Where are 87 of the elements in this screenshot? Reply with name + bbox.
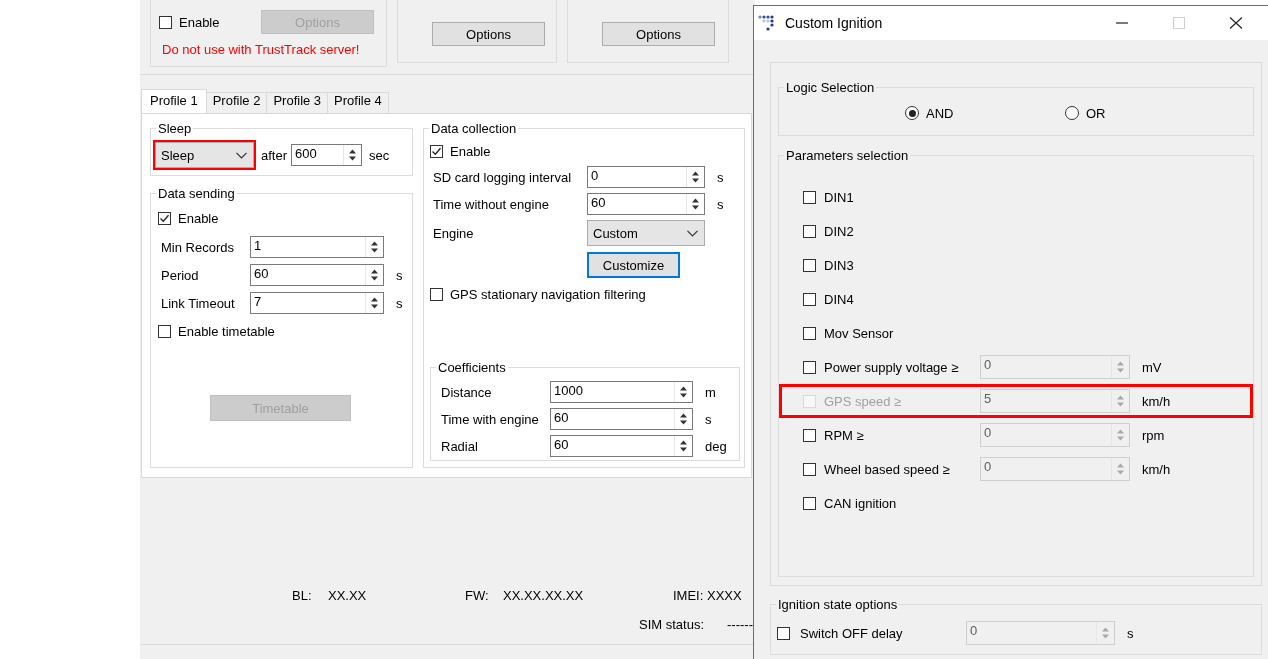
dropdown[interactable]: Custom [587,220,705,246]
status-value: ------ [727,618,754,632]
status-label: BL: [292,589,313,603]
spinner-arrows-icon[interactable] [679,412,688,426]
unit-label: km/h [1141,393,1172,409]
field-label: Link Timeout [160,295,236,311]
unit-label: s [704,411,713,427]
enable-checkbox[interactable]: Enable [430,141,491,161]
unit-label: m [704,384,717,400]
group-title: Data collection [430,121,518,136]
field-label: Time without engine [432,196,550,212]
group-title: Data sending [157,186,236,201]
check-mark-icon [159,212,170,224]
field-label: Min Records [160,239,235,255]
unit-label: s [1126,625,1135,641]
chevron-down-icon [236,151,247,159]
unit-label: sec [369,147,390,163]
timetable-checkbox[interactable]: Enable timetable [158,321,275,341]
enable-checkbox[interactable]: Enable [159,12,220,32]
warning-text: Do not use with TrustTrack server! [162,43,361,57]
field-label: SD card logging interval [432,169,573,185]
unit-label: s [716,196,724,212]
filter-checkbox[interactable]: GPS stationary navigation filtering [430,284,646,304]
field-label: Time with engine [440,411,540,427]
parameter-checkbox[interactable]: DIN4 [803,289,854,309]
tab[interactable]: Profile 4 [327,92,389,113]
spin-field[interactable]: 7 [250,292,384,314]
status-value: XX.XX [328,589,368,603]
tab[interactable]: Profile 1 [141,89,207,113]
status-value: XX.XX.XX.XX [503,589,585,603]
field-label: after [261,147,287,163]
radio-button[interactable]: AND [905,103,954,123]
spin-field[interactable]: 0 [587,166,705,188]
options-button[interactable]: Options [602,22,715,46]
spinner-arrows-icon[interactable] [370,296,379,310]
parameter-checkbox[interactable]: RPM ≥ [803,425,864,445]
radio-button[interactable]: OR [1065,103,1106,123]
parameter-checkbox[interactable]: Power supply voltage ≥ [803,357,959,377]
group-title: Logic Selection [785,80,876,95]
unit-label: s [395,295,403,311]
spin-field[interactable]: 60 [250,264,384,286]
field-label: Engine [432,225,475,241]
enable-checkbox[interactable]: Enable [158,208,219,228]
status-value: XXXX [707,589,743,603]
group-title: Coefficients [437,360,507,375]
spinner-arrows-icon[interactable] [679,385,688,399]
field-label: Distance [440,384,493,400]
group-title: Sleep [157,121,193,136]
parameter-checkbox[interactable]: DIN1 [803,187,854,207]
parameter-checkbox[interactable]: DIN2 [803,221,854,241]
status-label: SIM status: [639,618,706,632]
delay-checkbox[interactable]: Switch OFF delay [777,623,903,643]
check-mark-icon [431,145,442,157]
chevron-down-icon [687,229,698,237]
customize-button[interactable]: Customize [587,252,680,278]
field-label: Period [160,267,200,283]
field-label: Radial [440,438,479,454]
spinner-arrows-icon[interactable] [370,240,379,254]
status-label: FW: [465,589,490,603]
unit-label: s [395,267,403,283]
parameter-checkbox[interactable]: DIN3 [803,255,854,275]
parameter-checkbox[interactable]: Wheel based speed ≥ [803,459,950,479]
spinner-arrows-icon[interactable] [348,148,357,162]
unit-label: rpm [1141,427,1166,443]
unit-label: deg [704,438,728,454]
group-title: Ignition state options [777,597,899,612]
spin-field[interactable]: 60 [550,435,693,457]
group-title: Parameters selection [785,148,910,163]
spinner-arrows-icon[interactable] [679,439,688,453]
spinner-arrows-icon[interactable] [691,197,700,211]
status-label: IMEI: [673,589,705,603]
unit-label: mV [1141,359,1163,375]
parameter-checkbox[interactable]: Mov Sensor [803,323,894,343]
window-title: Custom Ignition [785,15,883,31]
dropdown[interactable]: Sleep [155,142,254,168]
unit-label: s [716,169,724,185]
unit-label: km/h [1141,461,1172,477]
spin-field[interactable]: 600 [291,144,362,166]
spin-field[interactable]: 1 [250,236,384,258]
spinner-arrows-icon[interactable] [370,268,379,282]
parameter-checkbox[interactable]: CAN ignition [803,493,897,513]
spin-field[interactable]: 60 [587,193,705,215]
close-icon[interactable] [1228,17,1243,29]
spin-field[interactable]: 60 [550,408,693,430]
options-button[interactable]: Options [432,22,545,46]
spinner-arrows-icon[interactable] [691,170,700,184]
spin-field[interactable]: 1000 [550,381,693,403]
